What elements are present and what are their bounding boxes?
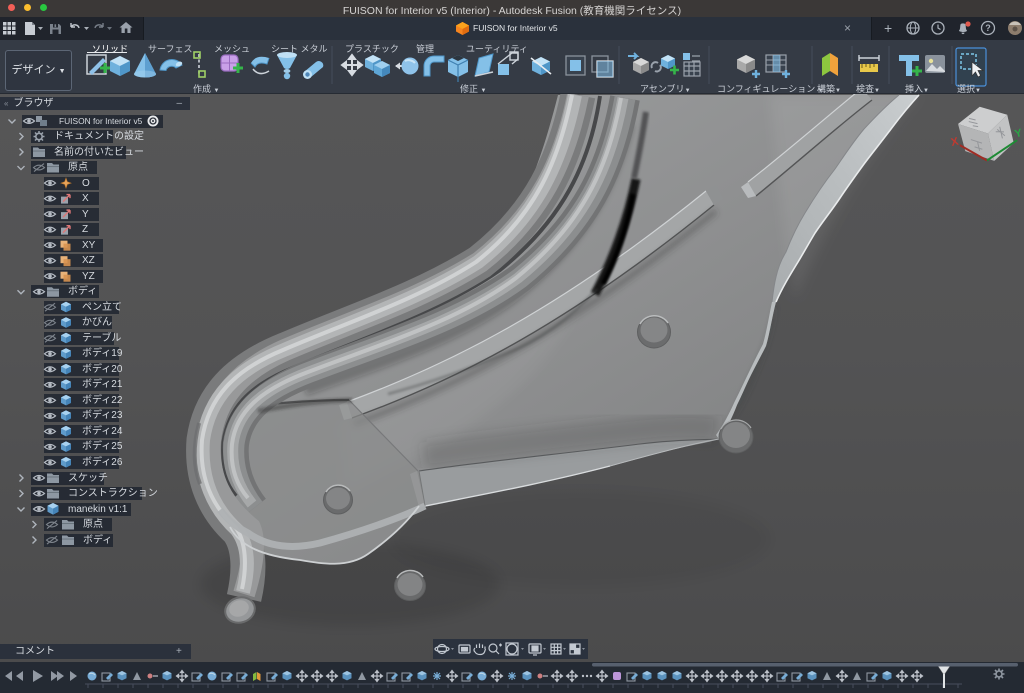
svg-text:Y: Y bbox=[1014, 127, 1024, 140]
svg-text:?: ? bbox=[985, 23, 991, 33]
svg-text:X: X bbox=[950, 135, 960, 148]
